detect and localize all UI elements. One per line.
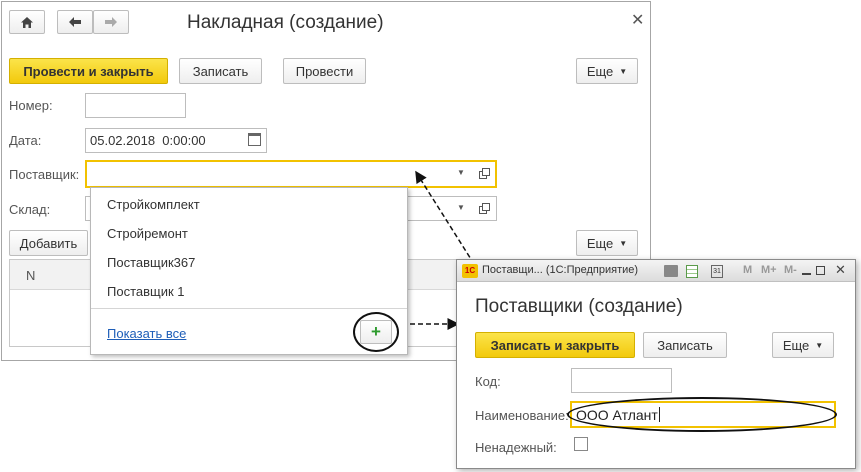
save-button[interactable]: Записать <box>643 332 727 358</box>
table-icon[interactable] <box>686 265 698 278</box>
app-icon: 1С <box>462 264 478 278</box>
code-label: Код: <box>475 374 501 389</box>
memory-plus-button[interactable]: M+ <box>761 264 777 276</box>
titlebar-text: Поставщи... (1С:Предприятие) <box>482 264 639 276</box>
subwindow-title: Поставщики (создание) <box>475 296 683 317</box>
chevron-down-icon: ▼ <box>815 340 824 350</box>
highlight-ellipse <box>567 397 837 432</box>
memory-minus-button[interactable]: M- <box>784 264 797 276</box>
more-button[interactable]: Еще ▼ <box>772 332 834 358</box>
unreliable-checkbox[interactable] <box>574 437 588 451</box>
calendar-icon[interactable]: 31 <box>711 265 723 278</box>
close-icon[interactable]: ✕ <box>835 262 846 278</box>
code-field[interactable] <box>571 368 672 393</box>
supplier-create-window: 1С Поставщи... (1С:Предприятие) 31 M M+ … <box>456 259 856 469</box>
more-label: Еще <box>782 337 810 353</box>
memory-m-button[interactable]: M <box>743 264 752 276</box>
unreliable-label: Ненадежный: <box>475 440 557 455</box>
save-and-close-button[interactable]: Записать и закрыть <box>475 332 635 358</box>
maximize-icon[interactable] <box>816 266 825 275</box>
minimize-icon[interactable] <box>802 273 811 275</box>
print-icon[interactable] <box>664 265 678 277</box>
titlebar: 1С Поставщи... (1С:Предприятие) 31 M M+ … <box>457 260 855 282</box>
name-label: Наименование: <box>475 408 569 423</box>
